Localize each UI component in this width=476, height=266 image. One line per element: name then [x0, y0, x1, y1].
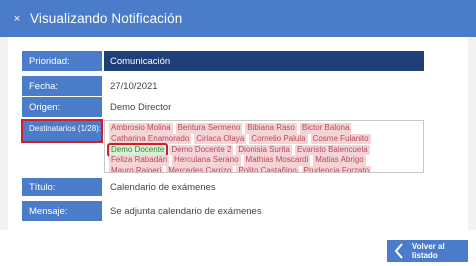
title-row: Título: Calendario de exámenes	[22, 178, 424, 196]
origin-value: Demo Director	[110, 101, 172, 113]
priority-value: Comunicación	[104, 51, 424, 71]
recipient-tag[interactable]: Mauro Raineri	[109, 166, 164, 172]
priority-label: Prioridad:	[22, 51, 102, 71]
message-row: Mensaje: Se adjunta calendario de exámen…	[22, 201, 424, 221]
date-row: Fecha: 27/10/2021	[22, 76, 424, 96]
recipient-tag-active[interactable]: Demo Docente	[106, 142, 169, 158]
origin-row: Origen: Demo Director	[22, 97, 424, 117]
title-value: Calendario de exámenes	[110, 181, 216, 193]
message-value: Se adjunta calendario de exámenes	[110, 205, 262, 217]
recipient-tag[interactable]: Matias Abrigo	[313, 155, 366, 166]
recipient-tag[interactable]: Polito Castañino	[236, 166, 299, 172]
recipients-label: Destinatarios (1/28):	[21, 119, 103, 143]
close-icon[interactable]: ×	[12, 12, 22, 26]
chevron-left-icon	[393, 240, 406, 262]
recipient-tags: Ambrosio Molina Bentura Sermeno Bibiana Ra…	[106, 123, 423, 172]
origin-label: Origen:	[22, 97, 102, 117]
recipient-tag-row: Catharina Enamorado Ciriaca Olaya Cornelio…	[109, 133, 423, 145]
date-label: Fecha:	[22, 76, 102, 96]
recipient-tag-row: Ambrosio Molina Bentura Sermeno Bibiana Ra…	[109, 123, 423, 134]
recipient-tag-row: Mauro Raineri Mercedes Carrizo Polito Cast…	[109, 166, 423, 172]
recipient-tag[interactable]: Dionisia Surita	[236, 144, 292, 156]
date-value: 27/10/2021	[110, 80, 158, 92]
recipient-tag[interactable]: Catharina Enamorado	[109, 133, 192, 145]
recipient-tag[interactable]: Ciriaca Olaya	[194, 133, 247, 145]
recipient-tag[interactable]: Bentura Sermeno	[175, 123, 243, 134]
recipients-list[interactable]: Ambrosio Molina Bentura Sermeno Bibiana Ra…	[104, 120, 424, 173]
message-label: Mensaje:	[22, 201, 102, 221]
recipient-tag-row: Feliza Rabadán Herculana Serano Mathias Mo…	[109, 155, 423, 166]
notification-card: Prioridad: Comunicación Fecha: 27/10/202…	[8, 37, 468, 230]
recipient-tag[interactable]: Herculana Serano	[172, 155, 241, 166]
recipients-row: Destinatarios (1/28): Ambrosio Molina Ben…	[21, 119, 424, 173]
recipient-tag[interactable]: Evaristo Balencuela	[294, 144, 370, 156]
back-to-list-label: Volver al listado	[411, 242, 445, 260]
recipient-tag[interactable]: Bibiana Raso	[245, 123, 297, 134]
back-to-list-button[interactable]: Volver al listado	[387, 240, 468, 262]
title-label: Título:	[22, 178, 102, 196]
recipient-tag[interactable]: Ambrosio Molina	[109, 123, 173, 134]
recipient-tag[interactable]: Mathias Moscardi	[243, 155, 311, 166]
recipient-tag[interactable]: Mercedes Carrizo	[166, 166, 234, 172]
recipient-tag-row: Demo Docente Demo Docente 2 Dionisia Surit…	[106, 142, 423, 158]
recipient-tag[interactable]: Cornelio Palula	[249, 133, 308, 145]
modal-body: Prioridad: Comunicación Fecha: 27/10/202…	[0, 37, 476, 230]
recipient-tag[interactable]: Feliza Rabadán	[109, 155, 170, 166]
recipient-tag[interactable]: Prudencia Forzato	[301, 166, 372, 172]
priority-row: Prioridad: Comunicación	[22, 51, 424, 71]
recipient-tag[interactable]: Bictor Balona	[299, 123, 352, 134]
recipient-tag[interactable]: Demo Docente 2	[169, 144, 234, 156]
modal-title: Visualizando Notificación	[30, 11, 183, 26]
recipient-tag[interactable]: Cosme Fulanito	[310, 133, 371, 145]
modal-header: × Visualizando Notificación	[0, 0, 476, 37]
